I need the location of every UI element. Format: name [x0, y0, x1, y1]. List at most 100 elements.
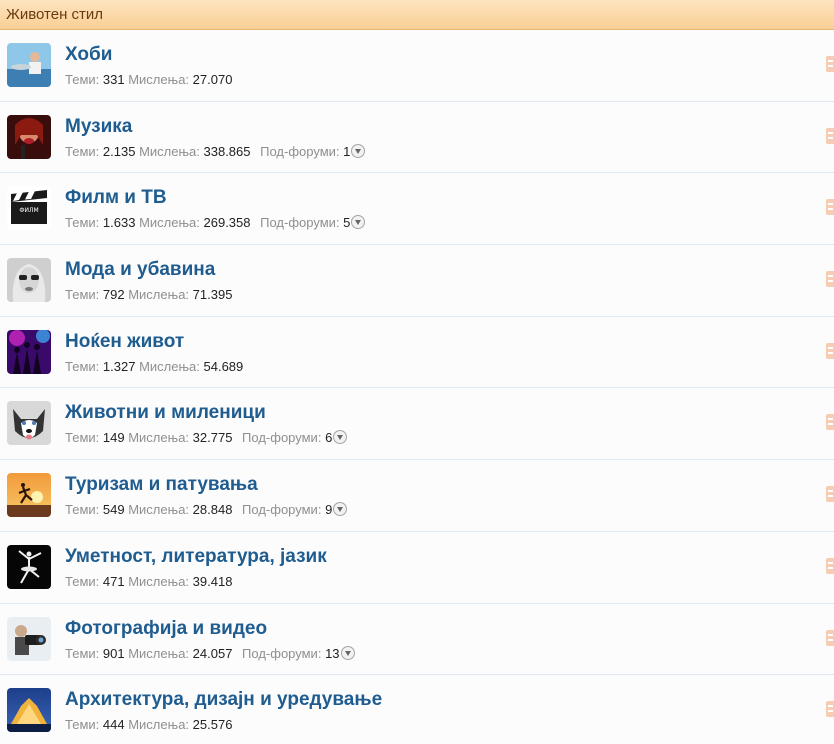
forum-title-link[interactable]: Архитектура, дизајн и уредување [65, 689, 382, 711]
rss-feed-icon[interactable] [826, 342, 834, 359]
themes-label: Теми: [65, 143, 100, 159]
posts-label: Мислења: [128, 287, 190, 303]
posts-label: Мислења: [139, 358, 200, 374]
forum-title-link[interactable]: Филм и ТВ [65, 187, 167, 209]
forum-row[interactable]: Животни и миленици Теми: 149 Мислења: 32.… [0, 388, 834, 461]
subforums-dropdown-icon[interactable] [351, 143, 366, 158]
posts-count: 71.395 [192, 287, 233, 303]
posts-count: 54.689 [203, 358, 244, 374]
posts-label: Мислења: [139, 215, 200, 231]
category-title[interactable]: Животен стил [6, 6, 103, 23]
subforums-dropdown-icon[interactable] [351, 215, 366, 230]
themes-label: Теми: [65, 358, 100, 374]
themes-count: 792 [102, 287, 125, 303]
forum-row[interactable]: Хоби Теми: 331 Мислења: 27.070 [0, 30, 834, 102]
forum-stats: Теми: 444 Мислења: 25.576 [65, 717, 232, 732]
themes-label: Теми: [65, 215, 100, 231]
posts-count: 27.070 [192, 72, 233, 87]
forum-row[interactable]: Ноќен живот Теми: 1.327 Мислења: 54.689 [0, 316, 834, 389]
rss-feed-icon[interactable] [826, 557, 834, 574]
subforums-dropdown-icon[interactable] [333, 430, 348, 445]
husky-dog-icon[interactable] [7, 401, 51, 446]
architecture-building-icon[interactable] [7, 688, 51, 733]
svg-text:ФИЛМ: ФИЛМ [19, 207, 38, 214]
themes-count: 149 [102, 430, 125, 446]
forum-stats: Теми: 792 Мислења: 71.395 [65, 287, 232, 302]
posts-count: 32.775 [192, 430, 233, 446]
fashion-woman-sunglasses-icon[interactable] [7, 258, 51, 303]
forum-stats: Теми: 1.327 Мислења: 54.689 [65, 359, 243, 374]
themes-count: 549 [102, 502, 125, 518]
rss-feed-icon[interactable] [826, 414, 834, 431]
rss-feed-icon[interactable] [826, 271, 834, 288]
rss-feed-icon[interactable] [826, 127, 834, 144]
subforums-label: Под-форуми: [242, 430, 322, 446]
posts-label: Мислења: [128, 72, 190, 87]
forum-title-link[interactable]: Музика [65, 116, 132, 138]
hobby-fisherman-icon[interactable] [7, 43, 51, 87]
forum-list: Хоби Теми: 331 Мислења: 27.070 Музика Теми:… [0, 30, 834, 744]
posts-count: 25.576 [192, 717, 233, 733]
forum-title-link[interactable]: Мода и убавина [65, 259, 215, 281]
music-singer-icon[interactable] [7, 114, 51, 159]
nightlife-party-icon[interactable] [7, 329, 51, 374]
category-header[interactable]: Животен стил [0, 0, 834, 30]
forum-row[interactable]: Мода и убавина Теми: 792 Мислења: 71.395 [0, 245, 834, 317]
themes-count: 331 [102, 72, 125, 87]
forum-row[interactable]: Фотографија и видео Теми: 901 Мислења: 24… [0, 603, 834, 676]
posts-count: 28.848 [192, 502, 233, 518]
forum-title-link[interactable]: Уметност, литература, јазик [65, 546, 327, 568]
forum-stats: Теми: 149 Мислења: 32.775 Под-форуми: 6 [65, 430, 348, 446]
themes-label: Теми: [65, 573, 100, 589]
subforums-label: Под-форуми: [260, 143, 340, 159]
forum-title-link[interactable]: Хоби [65, 44, 112, 66]
rss-feed-icon[interactable] [826, 486, 834, 503]
subforums-label: Под-форуми: [260, 215, 340, 231]
sunset-runner-icon[interactable] [7, 473, 51, 518]
forum-stats: Теми: 331 Мислења: 27.070 [65, 72, 232, 87]
posts-label: Мислења: [139, 143, 200, 159]
forum-stats: Теми: 471 Мислења: 39.418 [65, 574, 232, 589]
forum-title-link[interactable]: Туризам и патувања [65, 474, 258, 496]
posts-label: Мислења: [128, 573, 190, 589]
posts-label: Мислења: [128, 430, 190, 446]
themes-label: Теми: [65, 72, 100, 87]
themes-count: 901 [102, 645, 125, 661]
photographer-camera-icon[interactable] [7, 616, 51, 661]
forum-stats: Теми: 1.633 Мислења: 269.358 Под-форуми:… [65, 215, 366, 231]
forum-row[interactable]: ФИЛМ Филм и ТВ Теми: 1.633 Мислења: 269.35… [0, 173, 834, 246]
posts-count: 39.418 [192, 573, 233, 589]
themes-label: Теми: [65, 287, 100, 303]
posts-count: 338.865 [203, 143, 251, 159]
themes-count: 1.327 [102, 358, 136, 374]
subforums-count: 6 [325, 430, 333, 446]
posts-count: 24.057 [192, 645, 233, 661]
subforums-dropdown-icon[interactable] [340, 645, 355, 660]
forum-row[interactable]: Архитектура, дизајн и уредување Теми: 444… [0, 675, 834, 744]
subforums-label: Под-форуми: [242, 502, 322, 518]
forum-title-link[interactable]: Фотографија и видео [65, 618, 267, 640]
forum-row[interactable]: Туризам и патувања Теми: 549 Мислења: 28.… [0, 460, 834, 532]
themes-count: 471 [102, 573, 125, 589]
ballet-dancer-icon[interactable] [7, 544, 51, 589]
themes-label: Теми: [65, 502, 100, 518]
posts-label: Мислења: [128, 645, 190, 661]
rss-feed-icon[interactable] [826, 199, 834, 216]
forum-stats: Теми: 2.135 Мислења: 338.865 Под-форуми:… [65, 143, 366, 159]
rss-feed-icon[interactable] [826, 701, 834, 718]
subforums-label: Под-форуми: [242, 645, 322, 661]
subforums-dropdown-icon[interactable] [333, 502, 348, 517]
film-clapperboard-icon[interactable]: ФИЛМ [7, 186, 51, 231]
subforums-count: 9 [325, 502, 333, 518]
forum-row[interactable]: Музика Теми: 2.135 Мислења: 338.865 Под-ф… [0, 101, 834, 174]
rss-feed-icon[interactable] [826, 56, 834, 72]
forum-title-link[interactable]: Ноќен живот [65, 331, 184, 353]
forum-stats: Теми: 901 Мислења: 24.057 Под-форуми: 13 [65, 645, 355, 661]
forum-title-link[interactable]: Животни и миленици [65, 402, 266, 424]
rss-feed-icon[interactable] [826, 629, 834, 646]
subforums-count: 5 [343, 215, 351, 231]
forum-row[interactable]: Уметност, литература, јазик Теми: 471 Мис… [0, 531, 834, 604]
themes-count: 2.135 [102, 143, 136, 159]
themes-label: Теми: [65, 430, 100, 446]
subforums-count: 13 [325, 645, 340, 661]
